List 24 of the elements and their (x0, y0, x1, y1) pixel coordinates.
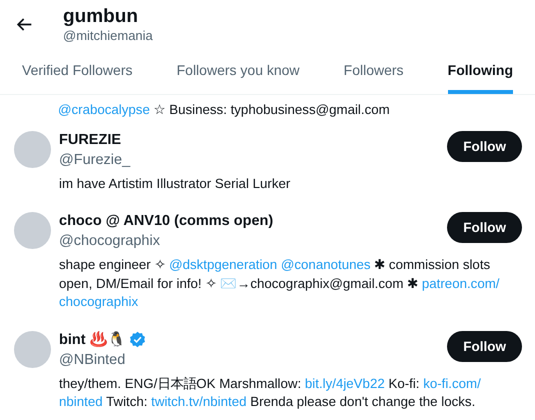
tab[interactable]: Following (448, 62, 513, 94)
avatar[interactable] (14, 330, 51, 368)
user-handle[interactable]: @Furezie_ (59, 150, 130, 168)
tab[interactable]: Verified Followers (22, 62, 132, 94)
user-name[interactable]: choco @ ANV10 (comms open) (59, 213, 274, 229)
avatar[interactable] (14, 130, 51, 168)
user-bio: they/them. ENG/日本語OK Marshmallow: bit.ly/4jeVb22 Ko-fi: ko-fi.com/ nbinted Twitch: twitch.tv/nbinted Brenda please don't change the locks. (59, 374, 482, 411)
follow-button[interactable]: Follow (447, 212, 522, 243)
verified-badge-icon (128, 331, 146, 348)
user-name[interactable]: bint ♨🐧 (59, 331, 126, 348)
tab[interactable]: Followers (344, 62, 404, 94)
follow-button[interactable]: Follow (447, 130, 522, 162)
profile-handle: @mitchiemania (63, 28, 153, 43)
user-handle[interactable]: @NBinted (59, 350, 146, 368)
user-bio: @crabocalypse ☆ Business: typhobusiness@gmail.com (57, 101, 391, 119)
user-bio: shape engineer ✧ @dsktpgeneration @conanotunes ✱ commission slots open, DM/Email for info! ✧ ✉→chocographix@gmail.com ✱ patreon.com/ chocographix (59, 256, 500, 311)
tab[interactable]: Followers you know (176, 62, 300, 94)
avatar[interactable] (14, 212, 51, 249)
user-bio: im have Artistim Illustrator Serial Lurker (59, 174, 292, 192)
profile-name: gumbun (63, 6, 139, 28)
user-name[interactable]: FUREZIE (59, 132, 122, 148)
user-handle[interactable]: @chocographix (59, 232, 274, 250)
back-arrow-icon[interactable] (16, 16, 33, 33)
follow-button[interactable]: Follow (447, 330, 522, 362)
